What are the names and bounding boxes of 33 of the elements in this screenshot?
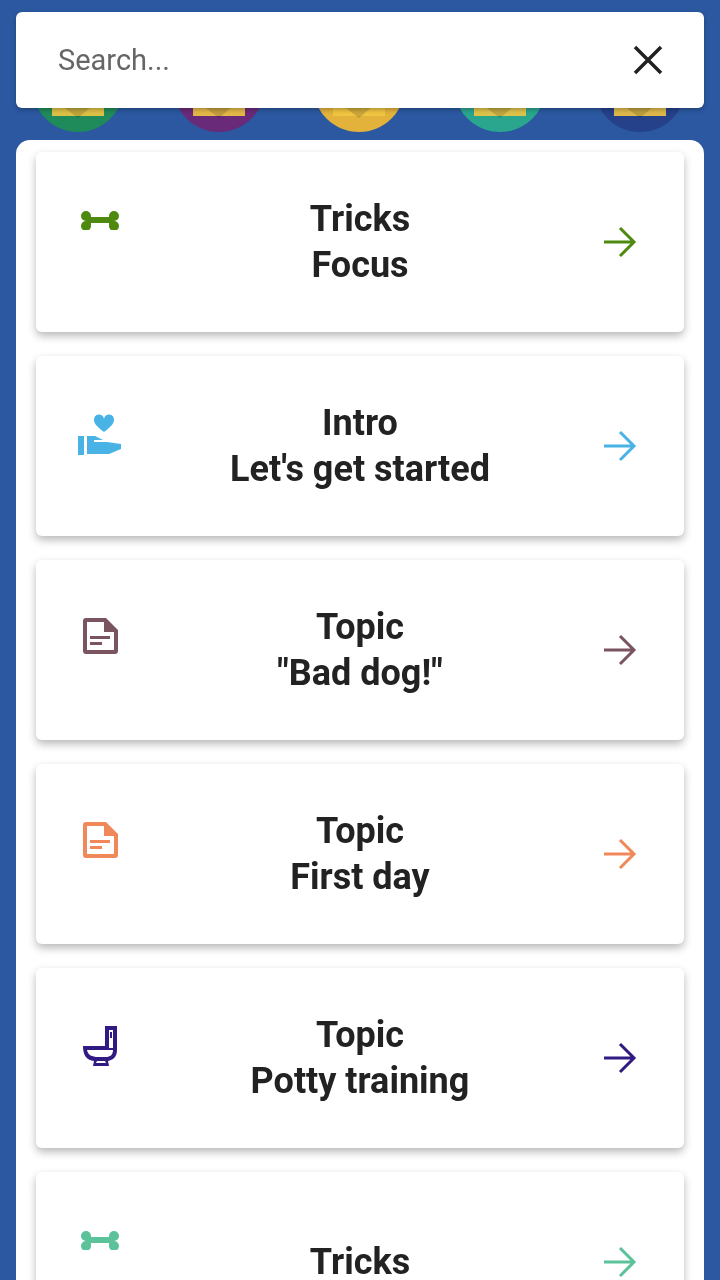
arrow-right-icon [603, 634, 637, 666]
card-title: Tricks [309, 1240, 411, 1280]
topic-card[interactable]: Topic Potty training [36, 968, 684, 1148]
document-icon [82, 822, 118, 858]
card-subtitle: Potty training [250, 1059, 470, 1104]
search-field[interactable]: Search... [56, 42, 632, 78]
hand-heart-icon [78, 414, 122, 456]
arrow-right-icon [603, 838, 637, 870]
topic-card[interactable]: Tricks Focus [36, 152, 684, 332]
card-title: Topic [315, 605, 405, 650]
topic-card[interactable]: Topic First day [36, 764, 684, 944]
arrow-right-icon [603, 226, 637, 258]
card-subtitle: Let's get started [230, 447, 490, 492]
arrow-right-icon [603, 1246, 637, 1278]
close-button[interactable] [632, 44, 664, 76]
bone-icon [80, 1230, 120, 1250]
topic-card[interactable]: Tricks [36, 1172, 684, 1280]
card-title: Topic [315, 1013, 405, 1058]
search-bar[interactable]: Search... [16, 12, 704, 108]
close-icon [632, 44, 664, 76]
card-subtitle: "Bad dog!" [277, 651, 443, 696]
card-title: Intro [322, 401, 398, 446]
document-icon [82, 618, 118, 654]
arrow-right-icon [603, 430, 637, 462]
topic-card[interactable]: Topic "Bad dog!" [36, 560, 684, 740]
card-subtitle: First day [290, 855, 430, 900]
arrow-right-icon [603, 1042, 637, 1074]
topic-card[interactable]: Intro Let's get started [36, 356, 684, 536]
card-title: Topic [315, 809, 405, 854]
bone-icon [80, 210, 120, 230]
toilet-icon [81, 1026, 119, 1066]
card-title: Tricks [309, 197, 411, 242]
card-subtitle: Focus [311, 243, 409, 288]
